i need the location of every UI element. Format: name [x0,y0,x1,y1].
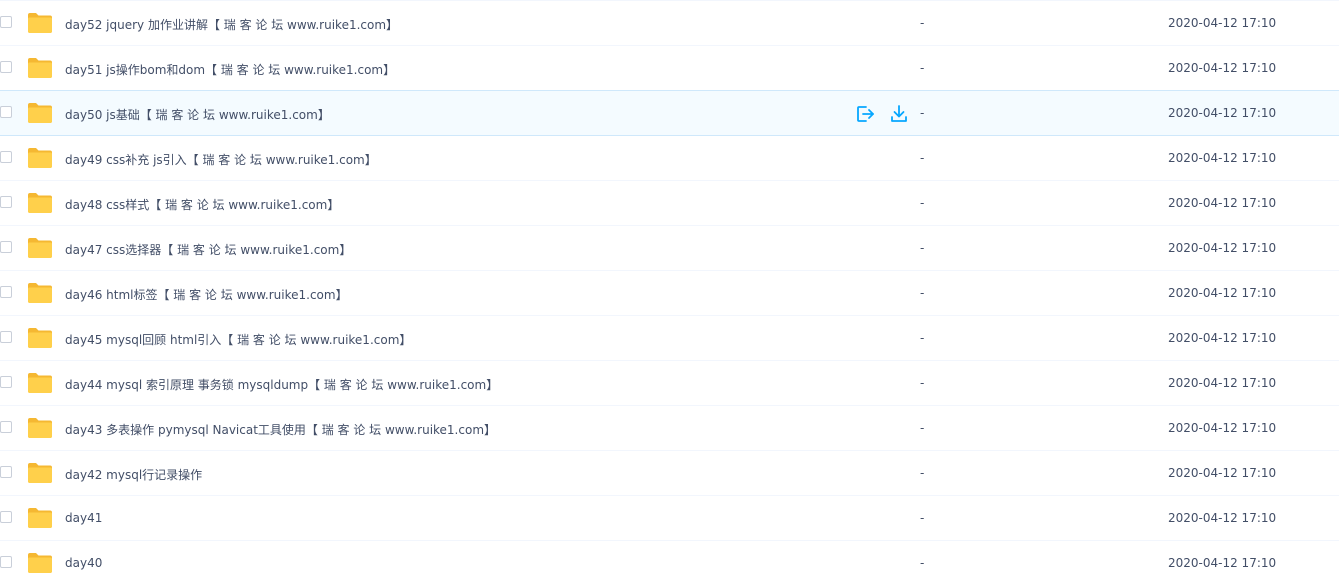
share-icon[interactable] [855,104,875,124]
modified-date: 2020-04-12 17:10 [1168,511,1277,525]
file-row[interactable]: day52 jquery 加作业讲解【 瑞 客 论 坛 www.ruike1.c… [0,1,1339,46]
folder-icon [28,283,52,303]
row-checkbox[interactable] [0,286,12,298]
folder-icon [28,58,52,78]
file-list: day52 jquery 加作业讲解【 瑞 客 论 坛 www.ruike1.c… [0,0,1339,578]
file-name-link[interactable]: day51 js操作bom和dom【 瑞 客 论 坛 www.ruike1.co… [65,61,395,78]
file-name-link[interactable]: day41 [65,511,102,525]
file-row[interactable]: day43 多表操作 pymysql Navicat工具使用【 瑞 客 论 坛 … [0,406,1339,451]
file-name-link[interactable]: day42 mysql行记录操作 [65,466,202,483]
folder-icon [28,103,52,123]
folder-icon [28,418,52,438]
file-row[interactable]: day41 - 2020-04-12 17:10 [0,496,1339,541]
file-size: - [920,331,925,345]
folder-icon [28,463,52,483]
row-checkbox[interactable] [0,511,12,523]
row-checkbox[interactable] [0,106,12,118]
row-checkbox[interactable] [0,421,12,433]
file-size: - [920,376,925,390]
modified-date: 2020-04-12 17:10 [1168,61,1277,75]
modified-date: 2020-04-12 17:10 [1168,196,1277,210]
file-row[interactable]: day44 mysql 索引原理 事务锁 mysqldump【 瑞 客 论 坛 … [0,361,1339,406]
file-name-link[interactable]: day50 js基础【 瑞 客 论 坛 www.ruike1.com】 [65,106,330,123]
file-row[interactable]: day49 css补充 js引入【 瑞 客 论 坛 www.ruike1.com… [0,136,1339,181]
file-size: - [920,151,925,165]
folder-icon [28,148,52,168]
folder-icon [28,193,52,213]
row-actions [855,104,909,124]
file-size: - [920,286,925,300]
modified-date: 2020-04-12 17:10 [1168,421,1277,435]
row-checkbox[interactable] [0,556,12,568]
file-size: - [920,196,925,210]
file-name-link[interactable]: day47 css选择器【 瑞 客 论 坛 www.ruike1.com】 [65,241,351,258]
file-name-link[interactable]: day40 [65,556,102,570]
modified-date: 2020-04-12 17:10 [1168,466,1277,480]
modified-date: 2020-04-12 17:10 [1168,16,1277,30]
row-checkbox[interactable] [0,151,12,163]
file-name-link[interactable]: day46 html标签【 瑞 客 论 坛 www.ruike1.com】 [65,286,348,303]
modified-date: 2020-04-12 17:10 [1168,331,1277,345]
file-size: - [920,466,925,480]
file-row[interactable]: day42 mysql行记录操作 - 2020-04-12 17:10 [0,451,1339,496]
file-row[interactable]: day48 css样式【 瑞 客 论 坛 www.ruike1.com】 - 2… [0,181,1339,226]
file-row[interactable]: day45 mysql回顾 html引入【 瑞 客 论 坛 www.ruike1… [0,316,1339,361]
row-checkbox[interactable] [0,16,12,28]
file-size: - [920,556,925,570]
folder-icon [28,508,52,528]
file-row[interactable]: day46 html标签【 瑞 客 论 坛 www.ruike1.com】 - … [0,271,1339,316]
folder-icon [28,328,52,348]
file-size: - [920,241,925,255]
row-checkbox[interactable] [0,466,12,478]
file-name-link[interactable]: day52 jquery 加作业讲解【 瑞 客 论 坛 www.ruike1.c… [65,16,398,33]
file-name-link[interactable]: day43 多表操作 pymysql Navicat工具使用【 瑞 客 论 坛 … [65,421,496,438]
download-icon[interactable] [889,104,909,124]
folder-icon [28,553,52,573]
file-size: - [920,511,925,525]
folder-icon [28,238,52,258]
folder-icon [28,373,52,393]
file-name-link[interactable]: day48 css样式【 瑞 客 论 坛 www.ruike1.com】 [65,196,339,213]
row-checkbox[interactable] [0,331,12,343]
row-checkbox[interactable] [0,376,12,388]
row-checkbox[interactable] [0,241,12,253]
modified-date: 2020-04-12 17:10 [1168,286,1277,300]
folder-icon [28,13,52,33]
modified-date: 2020-04-12 17:10 [1168,106,1277,120]
modified-date: 2020-04-12 17:10 [1168,241,1277,255]
row-checkbox[interactable] [0,196,12,208]
file-name-link[interactable]: day49 css补充 js引入【 瑞 客 论 坛 www.ruike1.com… [65,151,377,168]
file-name-link[interactable]: day45 mysql回顾 html引入【 瑞 客 论 坛 www.ruike1… [65,331,411,348]
file-size: - [920,421,925,435]
file-row[interactable]: day40 - 2020-04-12 17:10 [0,541,1339,578]
file-size: - [920,16,925,30]
file-row[interactable]: day51 js操作bom和dom【 瑞 客 论 坛 www.ruike1.co… [0,46,1339,91]
file-row[interactable]: day50 js基础【 瑞 客 论 坛 www.ruike1.com】 - 20… [0,90,1339,136]
modified-date: 2020-04-12 17:10 [1168,151,1277,165]
modified-date: 2020-04-12 17:10 [1168,376,1277,390]
modified-date: 2020-04-12 17:10 [1168,556,1277,570]
row-checkbox[interactable] [0,61,12,73]
file-row[interactable]: day47 css选择器【 瑞 客 论 坛 www.ruike1.com】 - … [0,226,1339,271]
file-name-link[interactable]: day44 mysql 索引原理 事务锁 mysqldump【 瑞 客 论 坛 … [65,376,498,393]
file-size: - [920,106,925,120]
file-size: - [920,61,925,75]
